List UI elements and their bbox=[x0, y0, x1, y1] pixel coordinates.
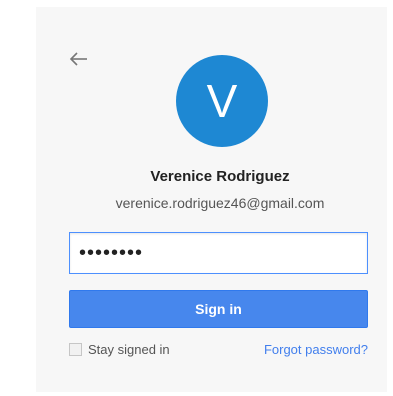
account-name: Verenice Rodriguez bbox=[150, 168, 290, 185]
password-field[interactable] bbox=[69, 232, 368, 274]
stay-signed-in[interactable]: Stay signed in bbox=[69, 342, 170, 357]
avatar-letter: V bbox=[206, 75, 238, 127]
stay-signed-in-checkbox[interactable] bbox=[69, 343, 82, 356]
stay-signed-in-label: Stay signed in bbox=[88, 342, 170, 357]
avatar: V bbox=[176, 55, 268, 147]
back-arrow-icon[interactable] bbox=[67, 48, 91, 70]
forgot-password-link[interactable]: Forgot password? bbox=[264, 342, 368, 357]
account-email: verenice.rodriguez46@gmail.com bbox=[115, 195, 325, 211]
sign-in-button[interactable]: Sign in bbox=[69, 290, 368, 328]
